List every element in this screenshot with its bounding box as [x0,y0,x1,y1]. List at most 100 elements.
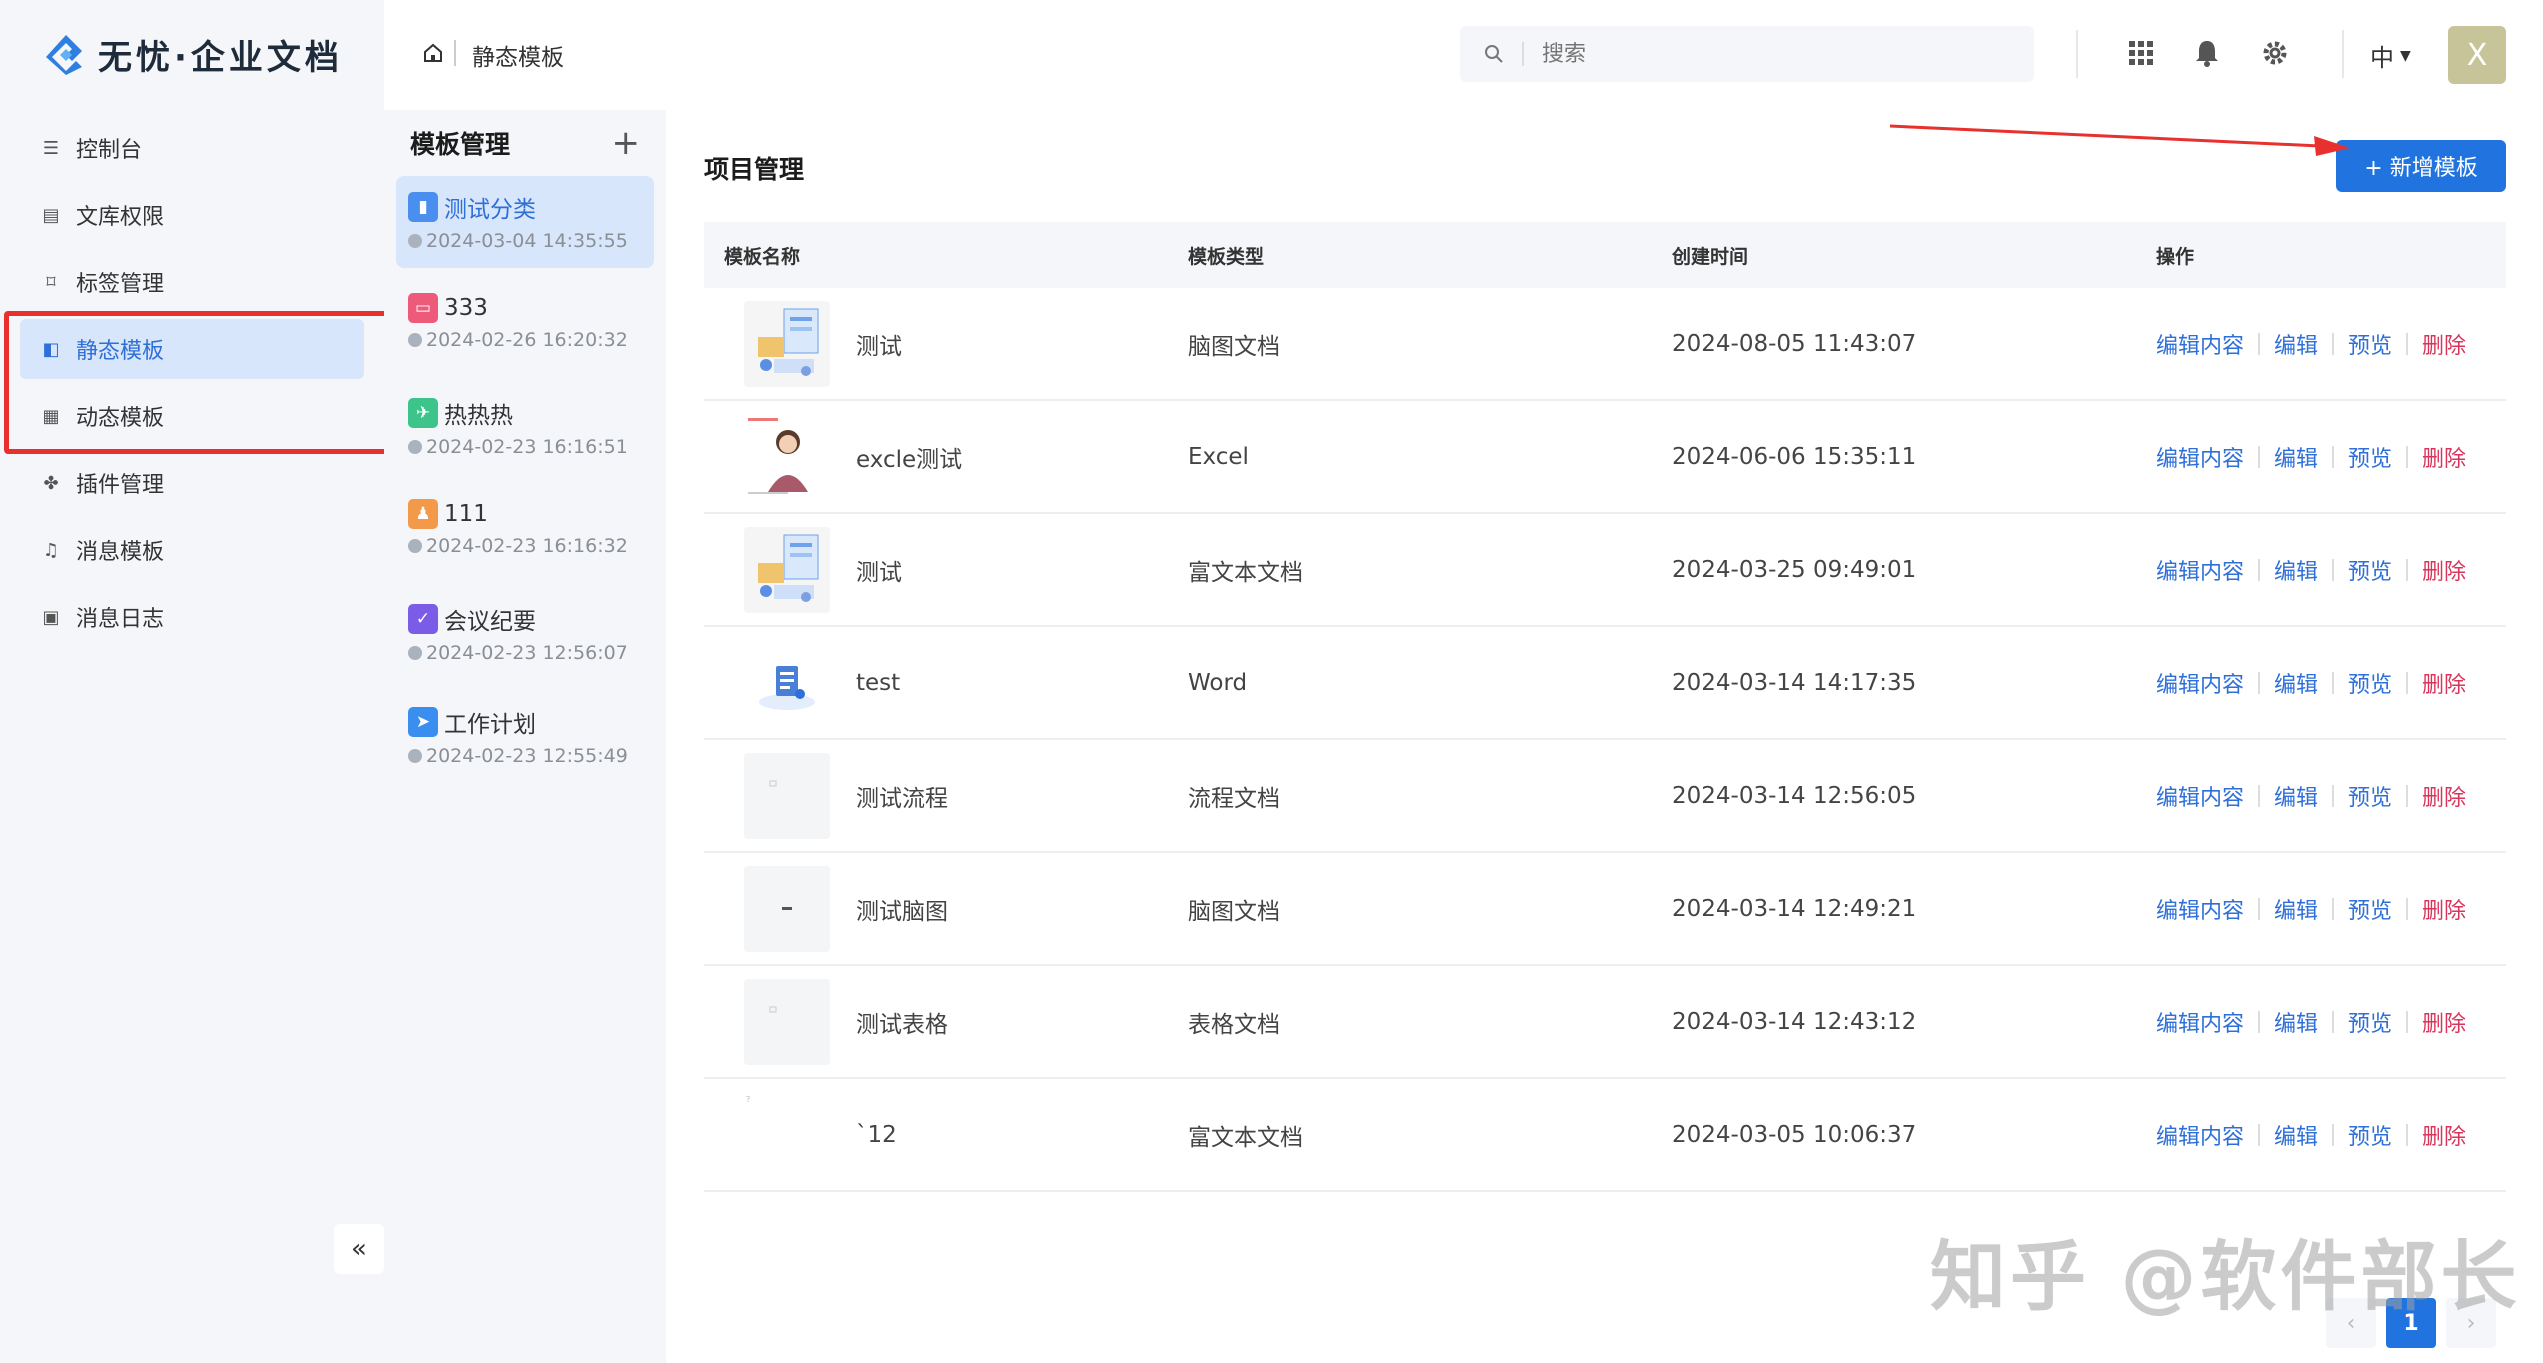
edit-content-link[interactable]: 编辑内容 [2156,441,2244,473]
category-time: 2024-03-04 14:35:55 [426,230,628,252]
search-input[interactable] [1542,41,2002,67]
edit-link[interactable]: 编辑 [2274,554,2318,586]
edit-link[interactable]: 编辑 [2274,667,2318,699]
category-name: 会议纪要 [444,609,536,635]
edit-content-link[interactable]: 编辑内容 [2156,667,2244,699]
edit-content-link[interactable]: 编辑内容 [2156,780,2244,812]
sidebar-item-static-templates[interactable]: ◧ 静态模板 [20,319,364,379]
add-template-button[interactable]: + 新增模板 [2336,140,2506,192]
template-thumbnail[interactable]: ? [744,1091,830,1178]
clock-icon [408,234,422,248]
edit-content-link[interactable]: 编辑内容 [2156,554,2244,586]
edit-link[interactable]: 编辑 [2274,441,2318,473]
category-item[interactable]: ➤ 工作计划 2024-02-23 12:55:49 [396,691,654,783]
preview-link[interactable]: 预览 [2348,667,2392,699]
template-thumbnail[interactable] [744,978,830,1065]
delete-link[interactable]: 删除 [2422,1119,2466,1151]
category-item[interactable]: ▮ 测试分类 2024-03-04 14:35:55 [396,176,654,268]
edit-content-link[interactable]: 编辑内容 [2156,1006,2244,1038]
template-type: 富文本文档 [1188,559,1303,586]
template-thumbnail[interactable] [744,300,830,387]
layout-icon: ◧ [42,338,60,360]
category-send-icon: ➤ [408,707,438,737]
action-separator [2258,445,2261,468]
sidebar-item-label: 消息模板 [76,540,165,565]
bookmark-icon: ⌑ [46,271,56,293]
template-time: 2024-08-05 11:43:07 [1672,330,1917,357]
collapse-sidebar-button[interactable]: « [334,1224,384,1274]
delete-link[interactable]: 删除 [2422,328,2466,360]
edit-content-link[interactable]: 编辑内容 [2156,328,2244,360]
sidebar-item-library-permissions[interactable]: ▤ 文库权限 [20,185,364,245]
breadcrumb[interactable]: 静态模板 [472,38,564,72]
sidebar-item-message-templates[interactable]: ♫ 消息模板 [20,520,364,580]
action-separator [2258,1123,2261,1146]
action-separator [2258,558,2261,581]
template-thumbnail[interactable] [744,413,830,500]
page-title: 项目管理 [704,155,805,184]
cell-name: 测试表格 [704,978,1188,1065]
edit-link[interactable]: 编辑 [2274,893,2318,925]
category-name: 热热热 [444,403,513,429]
add-category-button[interactable]: + [612,126,641,160]
table-row: 测试脑图 脑图文档 2024-03-14 12:49:21 编辑内容 编辑 预览 删除 [704,853,2506,966]
edit-content-link[interactable]: 编辑内容 [2156,893,2244,925]
template-type: 流程文档 [1188,785,1280,812]
category-plane-icon: ✈ [408,398,438,428]
app-logo[interactable]: 无忧·企业文档 [42,30,343,79]
edit-link[interactable]: 编辑 [2274,1119,2318,1151]
preview-link[interactable]: 预览 [2348,554,2392,586]
delete-link[interactable]: 删除 [2422,780,2466,812]
sidebar-item-label: 动态模板 [76,406,165,431]
edit-link[interactable]: 编辑 [2274,1006,2318,1038]
delete-link[interactable]: 删除 [2422,554,2466,586]
template-thumbnail[interactable] [744,752,830,839]
edit-link[interactable]: 编辑 [2274,780,2318,812]
topbar: 静态模板 中 ▼ X [384,0,2543,110]
preview-link[interactable]: 预览 [2348,328,2392,360]
template-name: 测试脑图 [856,898,948,925]
avatar[interactable]: X [2448,26,2506,84]
preview-link[interactable]: 预览 [2348,780,2392,812]
template-type: 脑图文档 [1188,898,1280,925]
table-row: 测试 富文本文档 2024-03-25 09:49:01 编辑内容 编辑 预览 删除 [704,514,2506,627]
apps-grid-icon[interactable] [2126,38,2156,68]
action-separator [2332,784,2335,807]
preview-link[interactable]: 预览 [2348,893,2392,925]
home-icon[interactable] [422,42,444,64]
category-name: 测试分类 [444,197,536,223]
edit-content-link[interactable]: 编辑内容 [2156,1119,2244,1151]
table-header: 模板名称 模板类型 创建时间 操作 [704,222,2506,288]
delete-link[interactable]: 删除 [2422,1006,2466,1038]
cell-name: 测试脑图 [704,865,1188,952]
action-separator [2258,1010,2261,1033]
category-time: 2024-02-23 16:16:51 [426,436,628,458]
edit-link[interactable]: 编辑 [2274,328,2318,360]
template-thumbnail[interactable] [744,526,830,613]
category-item[interactable]: ✈ 热热热 2024-02-23 16:16:51 [396,382,654,474]
template-thumbnail[interactable] [744,639,830,726]
preview-link[interactable]: 预览 [2348,1119,2392,1151]
preview-link[interactable]: 预览 [2348,1006,2392,1038]
sidebar-item-plugins[interactable]: ✤ 插件管理 [20,453,364,513]
column-header-name: 模板名称 [724,245,801,268]
sidebar-item-tags[interactable]: ⌑ 标签管理 [20,252,364,312]
delete-link[interactable]: 删除 [2422,441,2466,473]
table-row: test Word 2024-03-14 14:17:35 编辑内容 编辑 预览 删除 [704,627,2506,740]
category-item[interactable]: ✓ 会议纪要 2024-02-23 12:56:07 [396,588,654,680]
delete-link[interactable]: 删除 [2422,667,2466,699]
language-switch[interactable]: 中 ▼ [2370,38,2411,73]
sidebar-item-dynamic-templates[interactable]: ▦ 动态模板 [20,386,364,446]
language-label: 中 [2370,44,2394,72]
gear-icon[interactable] [2260,38,2290,68]
search-box[interactable] [1460,26,2034,82]
bell-icon[interactable] [2192,38,2222,68]
category-item[interactable]: ♟ 111 2024-02-23 16:16:32 [396,485,654,577]
logo-icon [42,31,90,79]
delete-link[interactable]: 删除 [2422,893,2466,925]
sidebar-item-console[interactable]: ☰ 控制台 [20,118,364,178]
template-thumbnail[interactable] [744,865,830,952]
preview-link[interactable]: 预览 [2348,441,2392,473]
category-item[interactable]: ▭ 333 2024-02-26 16:20:32 [396,279,654,371]
sidebar-item-message-logs[interactable]: ▣ 消息日志 [20,587,364,647]
